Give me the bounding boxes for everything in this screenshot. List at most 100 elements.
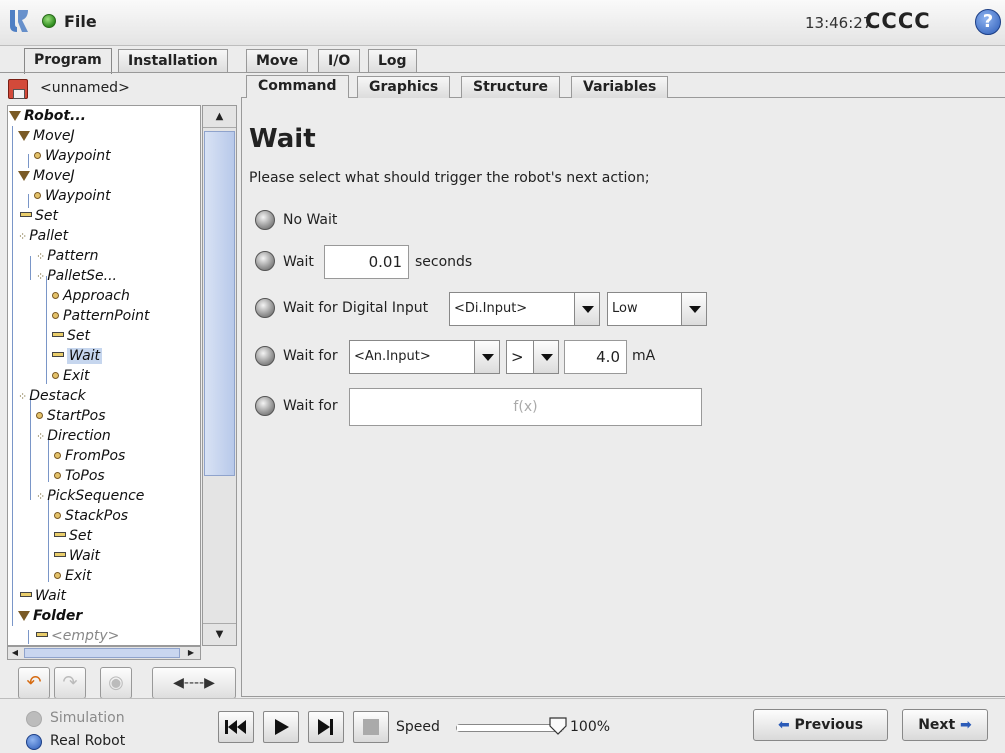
expression-field[interactable]: f(x) [349,388,702,426]
radio-real-robot[interactable] [26,734,42,750]
tree-node-patternpoint[interactable]: PatternPoint [52,306,150,326]
chevron-down-icon[interactable] [533,340,559,374]
tree-node-set[interactable]: Set [52,326,90,346]
digital-input-select[interactable]: <Di.Input> [449,292,575,326]
file-menu[interactable]: File [64,12,97,31]
scroll-thumb[interactable] [24,648,180,658]
tree-node-exit[interactable]: Exit [54,566,92,586]
redo-icon: ↷ [62,672,78,693]
digital-level-select[interactable]: Low [607,292,682,326]
suppress-button[interactable]: ◉ [100,667,132,699]
help-icon[interactable]: ? [975,9,1001,35]
radio-wait-analog[interactable] [255,346,275,366]
clock: 13:46:27 [805,14,873,32]
waypoint-icon [34,152,41,159]
radio-wait-seconds[interactable] [255,251,275,271]
speed-slider-thumb[interactable] [548,716,568,736]
set-icon [20,592,32,597]
tab-move[interactable]: Move [246,49,309,73]
chevron-down-icon[interactable] [681,292,707,326]
next-button[interactable]: Next ➡ [902,709,988,741]
tree-node-pattern[interactable]: ⁘ Pattern [36,246,98,266]
scroll-down-icon[interactable]: ▼ [203,623,236,645]
rewind-icon [225,720,246,734]
tree-node-empty[interactable]: <empty> [36,626,119,645]
stop-icon [363,719,379,735]
tree-node-wait[interactable]: Wait [54,546,100,566]
tab-program[interactable]: Program [24,48,112,74]
tree-node-set[interactable]: Set [54,526,92,546]
program-name: <unnamed> [40,80,130,96]
tree-node-exit[interactable]: Exit [52,366,90,386]
tree-node-approach[interactable]: Approach [52,286,130,306]
tree-node-destack[interactable]: ⁘ Destack [18,386,86,406]
analog-value-input[interactable]: 4.0 [564,340,627,374]
speed-value: 100% [570,719,611,735]
tree-node-picksequence[interactable]: ⁘ PickSequence [36,486,144,506]
tab-log[interactable]: Log [368,49,417,73]
radio-wait-expression[interactable] [255,396,275,416]
arrow-left-icon: ⬅ [777,717,790,733]
rewind-button[interactable] [218,711,254,743]
seconds-input[interactable]: 0.01 [324,245,409,279]
scroll-up-icon[interactable]: ▲ [203,106,236,128]
tree-node-frompos[interactable]: FromPos [54,446,125,466]
robot-name: CCCC [865,9,931,33]
undo-icon: ↶ [26,672,42,693]
scroll-left-icon[interactable]: ◀ [8,647,22,659]
analog-input-select[interactable]: <An.Input> [349,340,475,374]
tree-node-waypoint[interactable]: Waypoint [34,186,111,206]
waypoint-icon [52,312,59,319]
ur-logo-icon [10,10,28,32]
tree-node-movej[interactable]: MoveJ [18,166,75,186]
radio-no-wait[interactable] [255,210,275,230]
tree-node-direction[interactable]: ⁘ Direction [36,426,111,446]
save-icon[interactable] [8,79,28,99]
tree-node-folder[interactable]: Folder [18,606,82,626]
tab-structure[interactable]: Structure [461,76,561,98]
tree-node-startpos[interactable]: StartPos [36,406,106,426]
undo-button[interactable]: ↶ [18,667,50,699]
pallet-icon: ⁘ [36,490,46,503]
pallet-icon: ⁘ [18,230,28,243]
tab-command[interactable]: Command [246,75,349,98]
radio-simulation[interactable] [26,711,42,727]
tree-node-waypoint[interactable]: Waypoint [34,146,111,166]
move-node-button[interactable]: ◀----▶ [152,667,236,699]
waypoint-icon [54,452,61,459]
triangle-icon [9,111,21,121]
scroll-thumb[interactable] [204,131,235,476]
tree-vertical-scrollbar[interactable]: ▲ ▼ [202,105,237,646]
tree-node-pallet[interactable]: ⁘ Pallet [18,226,68,246]
program-tree[interactable]: Robot... MoveJ Waypoint MoveJ Waypoint S… [7,105,201,646]
triangle-icon [18,611,30,621]
tree-node-robot[interactable]: Robot... [9,106,86,126]
operator-select[interactable]: > [506,340,534,374]
tree-node-wait[interactable]: Wait [20,586,66,606]
tree-horizontal-scrollbar[interactable]: ◀ ▶ [7,646,201,660]
tree-node-set[interactable]: Set [20,206,58,226]
tree-node-topos[interactable]: ToPos [54,466,105,486]
tree-node-wait-selected[interactable]: Wait [52,346,103,366]
file-status-icon[interactable] [42,14,56,28]
analog-input-label: Wait for [283,348,338,364]
chevron-down-icon[interactable] [574,292,600,326]
tab-variables[interactable]: Variables [571,76,669,98]
tab-graphics[interactable]: Graphics [357,76,451,98]
stop-button[interactable] [353,711,389,743]
previous-button[interactable]: ⬅ Previous [753,709,888,741]
radio-wait-digital[interactable] [255,298,275,318]
page-title: Wait [249,124,316,154]
scroll-right-icon[interactable]: ▶ [184,647,198,659]
chevron-down-icon[interactable] [474,340,500,374]
redo-button[interactable]: ↷ [54,667,86,699]
tree-node-movej[interactable]: MoveJ [18,126,75,146]
step-button[interactable] [308,711,344,743]
tree-node-stackpos[interactable]: StackPos [54,506,128,526]
tab-installation[interactable]: Installation [118,49,228,73]
play-button[interactable] [263,711,299,743]
waypoint-icon [36,412,43,419]
tree-node-palletsequence[interactable]: ⁘ PalletSe... [36,266,117,286]
tab-io[interactable]: I/O [318,49,361,73]
waypoint-icon [54,572,61,579]
